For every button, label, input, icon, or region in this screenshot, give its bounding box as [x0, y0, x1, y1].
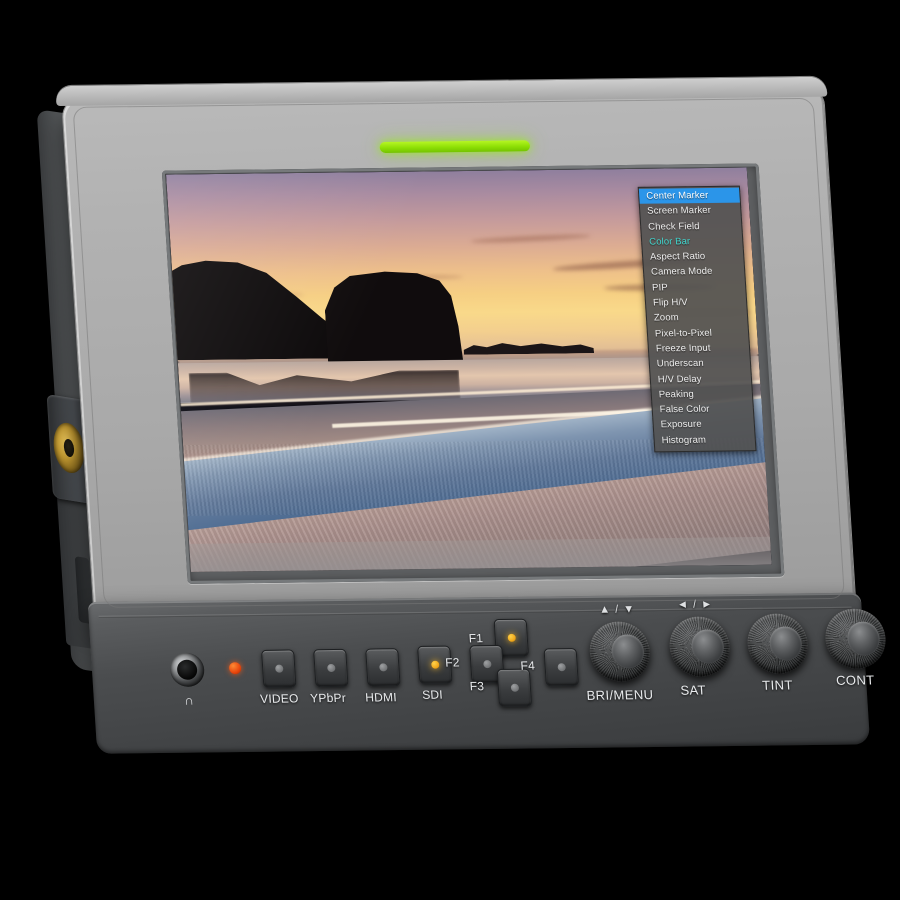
- function-button-label: F2: [444, 655, 461, 670]
- top-bezel-lip: [55, 76, 828, 107]
- knob-label: CONT: [835, 672, 876, 688]
- lcd-screen[interactable]: Center Marker Screen Marker Check Field Col…: [166, 167, 772, 572]
- source-button-hdmi[interactable]: [365, 648, 401, 687]
- knob-cap: [768, 626, 803, 661]
- knob-direction-icon: ▲ / ▼: [598, 603, 636, 616]
- osd-menu-item[interactable]: Camera Mode: [644, 264, 745, 280]
- field-monitor-device: Center Marker Screen Marker Check Field Col…: [36, 76, 895, 768]
- button-led-indicator: [378, 663, 388, 672]
- osd-menu-item[interactable]: Pixel-to-Pixel: [647, 325, 748, 341]
- knob-bri-menu[interactable]: [587, 621, 652, 682]
- function-button-label: F4: [520, 658, 536, 673]
- osd-menu-item[interactable]: Aspect Ratio: [643, 249, 744, 265]
- button-led-indicator: [274, 664, 284, 673]
- osd-menu-item[interactable]: Exposure: [653, 417, 754, 433]
- source-button-label: YPbPr: [309, 690, 347, 706]
- knob-cap: [610, 634, 645, 669]
- knob-label: SAT: [679, 682, 707, 698]
- knob-sat[interactable]: [667, 616, 732, 677]
- bnc-connector-core: [63, 438, 75, 458]
- osd-menu-item[interactable]: Histogram: [654, 432, 755, 448]
- button-led-indicator: [482, 660, 492, 669]
- osd-menu-item[interactable]: Freeze Input: [648, 340, 749, 356]
- status-led-indicator: [379, 140, 531, 154]
- power-led: [228, 662, 242, 675]
- bnc-connector-ring: [52, 420, 86, 476]
- button-led-indicator: [507, 633, 516, 642]
- osd-menu-item[interactable]: Zoom: [647, 310, 748, 326]
- function-button-label: F3: [469, 679, 485, 694]
- function-button-f3[interactable]: [496, 668, 533, 707]
- source-button-ypbpr[interactable]: [313, 648, 349, 688]
- dry-sand-foreground: [189, 536, 772, 572]
- lcd-frame: Center Marker Screen Marker Check Field Col…: [161, 163, 785, 584]
- osd-menu-item[interactable]: Underscan: [649, 356, 750, 372]
- button-led-indicator: [430, 660, 440, 669]
- source-button-label: VIDEO: [259, 691, 299, 706]
- source-button-video[interactable]: [261, 649, 297, 688]
- button-led-indicator: [510, 683, 519, 692]
- osd-menu-item[interactable]: False Color: [652, 401, 753, 417]
- function-button-label: F1: [468, 631, 484, 646]
- panel-seam: [98, 606, 852, 618]
- osd-menu[interactable]: Center Marker Screen Marker Check Field Col…: [637, 185, 757, 453]
- osd-menu-item[interactable]: Screen Marker: [640, 203, 741, 219]
- headphone-jack-hole: [176, 659, 198, 680]
- osd-menu-item[interactable]: Center Marker: [638, 187, 740, 205]
- front-bezel: Center Marker Screen Marker Check Field Col…: [55, 76, 888, 754]
- knob-cont[interactable]: [823, 608, 888, 669]
- control-panel: ∩ VIDEO YPbPr HDMI SDI F1 F2 F3 F4 BRI/MENU ▲ / …: [87, 592, 888, 754]
- knob-direction-icon: ◄ / ►: [676, 598, 714, 611]
- osd-menu-item[interactable]: Flip H/V: [646, 294, 747, 310]
- osd-menu-item[interactable]: Color Bar: [642, 233, 743, 249]
- headphone-jack[interactable]: [169, 652, 206, 687]
- knob-label: TINT: [761, 677, 794, 693]
- osd-menu-item[interactable]: H/V Delay: [650, 371, 751, 387]
- osd-menu-item[interactable]: Peaking: [651, 386, 752, 402]
- knob-tint[interactable]: [745, 613, 810, 674]
- osd-menu-item[interactable]: PIP: [645, 279, 746, 295]
- button-led-indicator: [556, 663, 566, 672]
- source-button-label: HDMI: [364, 690, 398, 705]
- source-button-label: SDI: [421, 687, 444, 702]
- function-button-f4[interactable]: [543, 648, 579, 687]
- button-led-indicator: [326, 663, 336, 673]
- knob-label: BRI/MENU: [586, 687, 654, 703]
- osd-menu-item[interactable]: Check Field: [641, 218, 742, 234]
- knob-cap: [846, 621, 881, 656]
- knob-cap: [690, 629, 725, 664]
- screenshot-root: Center Marker Screen Marker Check Field Col…: [0, 0, 900, 900]
- headphone-icon: ∩: [183, 692, 195, 708]
